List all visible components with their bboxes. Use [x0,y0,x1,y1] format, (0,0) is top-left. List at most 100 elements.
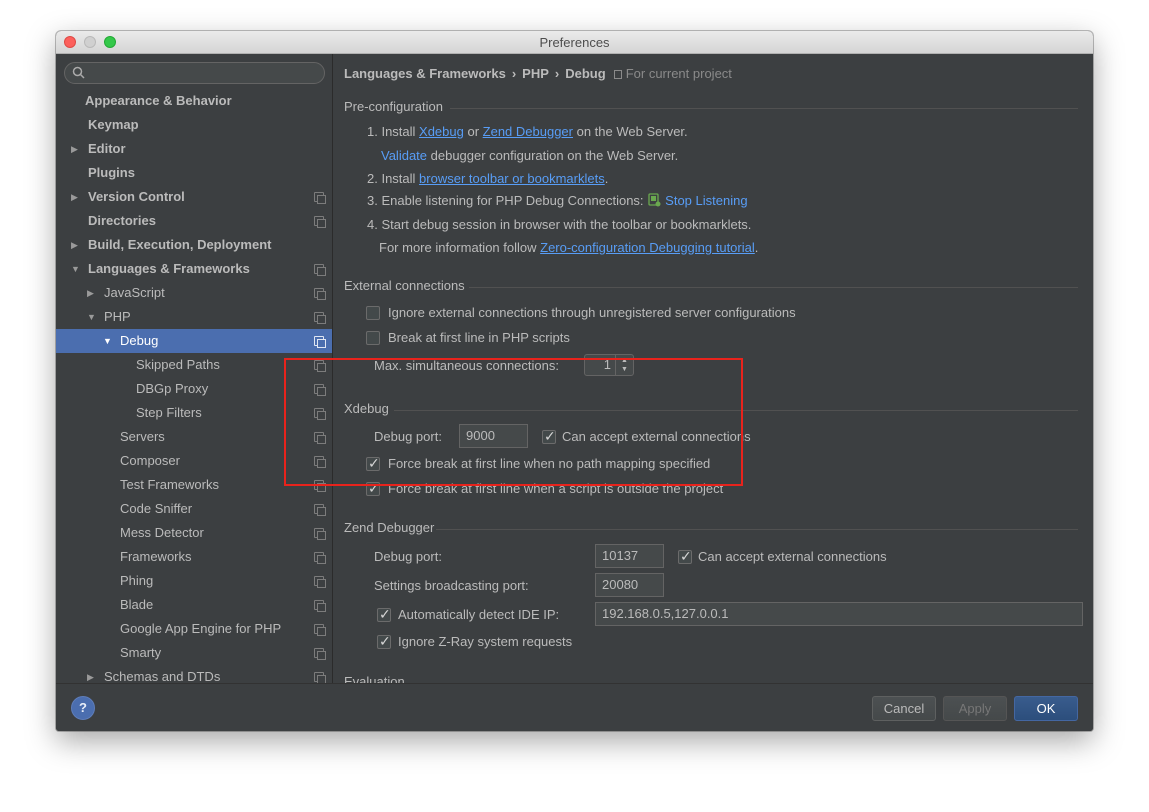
sidebar-item-label: Google App Engine for PHP [120,621,282,636]
sidebar-item-label: Directories [88,213,156,228]
project-scope-icon [314,288,326,300]
sidebar-item-label: Schemas and DTDs [104,669,221,683]
sidebar-item-php[interactable]: ▼ PHP [56,305,332,329]
zend-section-title: Zend Debugger [344,520,435,535]
breadcrumb-separator: › [511,66,517,81]
collapsed-arrow-icon[interactable]: ▶ [71,137,78,161]
breadcrumb-php[interactable]: PHP [522,66,549,81]
ignore-zray-checkbox[interactable] [377,633,391,650]
breadcrumb-debug: Debug [565,66,606,81]
step4-text: 4. Start debug session in browser with t… [367,217,752,232]
xdebug-link[interactable]: Xdebug [419,124,464,139]
title-bar: Preferences [56,31,1093,54]
zend-port-label: Debug port: [374,549,442,564]
xdebug-highlight-box [284,358,743,486]
project-scope-icon [314,528,326,540]
preconfig-section-title: Pre-configuration [344,99,443,114]
project-scope-icon [314,192,326,204]
sidebar-item-label: Build, Execution, Deployment [88,237,272,252]
settings-search-input[interactable] [64,62,325,84]
collapsed-arrow-icon[interactable]: ▶ [71,185,78,209]
expanded-arrow-icon[interactable]: ▼ [71,257,80,281]
browser-toolbar-link[interactable]: browser toolbar or bookmarklets [419,171,605,186]
scope-text: For current project [625,66,732,81]
breadcrumb: Languages & Frameworks › PHP › Debug For curr… [344,66,732,81]
expanded-arrow-icon[interactable]: ▼ [103,329,112,353]
collapsed-arrow-icon[interactable]: ▶ [87,665,94,683]
break-first-line-checkbox[interactable] [366,331,380,345]
sidebar-item-mess-detector[interactable]: Mess Detector [56,521,332,545]
sidebar-item-google-app-engine-for-php[interactable]: Google App Engine for PHP [56,617,332,641]
zend-debugger-link[interactable]: Zend Debugger [483,124,573,139]
external-section-title: External connections [344,278,465,293]
apply-button[interactable]: Apply [943,696,1007,721]
sidebar-item-schemas-and-dtds[interactable]: ▶ Schemas and DTDs [56,665,332,683]
dialog-button-bar: ? Cancel Apply OK [56,683,1093,731]
sidebar-item-label: Smarty [120,645,162,660]
zend-port-input[interactable]: 10137 [595,544,664,568]
breadcrumb-languages[interactable]: Languages & Frameworks [344,66,506,81]
ok-button[interactable]: OK [1014,696,1078,721]
section-divider [469,287,1078,288]
cancel-button[interactable]: Cancel [872,696,936,721]
sidebar-item-smarty[interactable]: Smarty [56,641,332,665]
more-info-text: For more information follow Zero-configu… [379,240,758,255]
sidebar-item-label: Blade [120,597,154,612]
project-scope-icon [314,552,326,564]
project-scope-icon [314,672,326,683]
stop-listening-link[interactable]: Stop Listening [665,193,747,208]
project-scope-icon [314,576,326,588]
validate-link[interactable]: Validate [381,148,427,163]
step1-prefix: 1. Install [367,124,420,139]
break-first-line-label: Break at first line in PHP scripts [388,330,570,345]
project-scope-icon [314,336,326,348]
sidebar-item-code-sniffer[interactable]: Code Sniffer [56,497,332,521]
help-button[interactable]: ? [71,696,95,720]
step1-text: 1. Install Xdebug or Zend Debugger on th… [367,124,688,139]
sidebar-item-editor[interactable]: ▶ Editor [56,137,332,161]
sidebar-item-frameworks[interactable]: Frameworks [56,545,332,569]
zend-accept-external-label: Can accept external connections [698,549,887,564]
project-scope-icon [314,600,326,612]
step3-prefix: 3. Enable listening for PHP Debug Connec… [367,193,648,208]
sidebar-item-appearance-behavior[interactable]: Appearance & Behavior [56,89,332,113]
ignore-unregistered-checkbox[interactable] [366,306,380,320]
expanded-arrow-icon[interactable]: ▼ [87,305,96,329]
collapsed-arrow-icon[interactable]: ▶ [71,233,78,257]
project-scope-icon [314,624,326,636]
auto-detect-ip-checkbox[interactable] [377,606,391,623]
sidebar-item-label: Appearance & Behavior [85,93,232,108]
project-scope-icon [314,264,326,276]
sidebar-item-blade[interactable]: Blade [56,593,332,617]
sidebar-item-keymap[interactable]: Keymap [56,113,332,137]
sidebar-item-label: DBGp Proxy [136,381,209,396]
more-info-suffix: . [754,240,759,255]
broadcast-port-input[interactable]: 20080 [595,573,664,597]
sidebar-item-debug[interactable]: ▼ Debug [56,329,332,353]
broadcast-port-label: Settings broadcasting port: [374,578,529,593]
project-scope-icon [314,504,326,516]
section-divider [450,108,1078,109]
listening-phone-icon [648,193,661,207]
sidebar-item-phing[interactable]: Phing [56,569,332,593]
evaluation-section-title: Evaluation [344,674,405,683]
more-info-prefix: For more information follow [379,240,541,255]
project-scope-icon [314,648,326,660]
step3-text: 3. Enable listening for PHP Debug Connec… [367,193,748,208]
sidebar-item-javascript[interactable]: ▶ JavaScript [56,281,332,305]
sidebar-item-directories[interactable]: Directories [56,209,332,233]
sidebar-item-label: Frameworks [120,549,192,564]
sidebar-item-label: Servers [120,429,165,444]
zero-config-tutorial-link[interactable]: Zero-configuration Debugging tutorial [540,240,755,255]
sidebar-item-label: Debug [120,333,159,348]
ide-ip-input[interactable]: 192.168.0.5,127.0.0.1 [595,602,1083,626]
sidebar-item-languages-frameworks[interactable]: ▼ Languages & Frameworks [56,257,332,281]
sidebar-item-version-control[interactable]: ▶ Version Control [56,185,332,209]
zend-accept-external-checkbox[interactable] [678,548,692,565]
sidebar-item-build-execution-deployment[interactable]: ▶ Build, Execution, Deployment [56,233,332,257]
sidebar-item-plugins[interactable]: Plugins [56,161,332,185]
breadcrumb-separator: › [554,66,560,81]
sidebar-item-label: Skipped Paths [136,357,220,372]
collapsed-arrow-icon[interactable]: ▶ [87,281,94,305]
sidebar-item-label: PHP [104,309,131,324]
